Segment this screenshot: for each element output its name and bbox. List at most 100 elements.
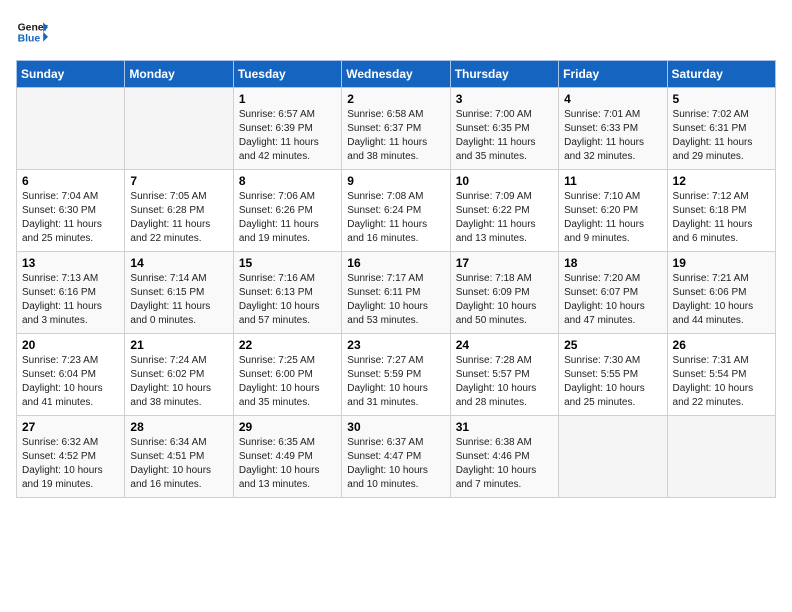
weekday-header-tuesday: Tuesday bbox=[233, 61, 341, 88]
weekday-header-friday: Friday bbox=[559, 61, 667, 88]
day-number: 29 bbox=[239, 420, 336, 434]
day-info: Sunrise: 6:32 AM Sunset: 4:52 PM Dayligh… bbox=[22, 436, 119, 492]
day-info: Sunrise: 7:30 AM Sunset: 5:55 PM Dayligh… bbox=[564, 354, 661, 410]
calendar-cell: 15Sunrise: 7:16 AM Sunset: 6:13 PM Dayli… bbox=[233, 252, 341, 334]
day-info: Sunrise: 7:28 AM Sunset: 5:57 PM Dayligh… bbox=[456, 354, 553, 410]
day-number: 16 bbox=[347, 256, 444, 270]
calendar-body: 1 Sunrise: 6:57 AM Sunset: 6:39 PM Daylig… bbox=[17, 88, 776, 498]
weekday-header-row: SundayMondayTuesdayWednesdayThursdayFrid… bbox=[17, 61, 776, 88]
day-info: Sunrise: 7:02 AM Sunset: 6:31 PM Dayligh… bbox=[673, 108, 770, 164]
day-info: Sunrise: 7:10 AM Sunset: 6:20 PM Dayligh… bbox=[564, 190, 661, 246]
calendar-cell: 30 Sunrise: 6:37 AM Sunset: 4:47 PM Dayli… bbox=[342, 416, 450, 498]
day-number: 3 bbox=[456, 92, 553, 106]
day-number: 10 bbox=[456, 174, 553, 188]
week-row-1: 1 Sunrise: 6:57 AM Sunset: 6:39 PM Daylig… bbox=[17, 88, 776, 170]
day-info: Sunrise: 7:31 AM Sunset: 5:54 PM Dayligh… bbox=[673, 354, 770, 410]
day-info: Sunrise: 7:21 AM Sunset: 6:06 PM Dayligh… bbox=[673, 272, 770, 328]
day-info: Sunrise: 7:17 AM Sunset: 6:11 PM Dayligh… bbox=[347, 272, 444, 328]
weekday-header-wednesday: Wednesday bbox=[342, 61, 450, 88]
calendar-cell: 12 Sunrise: 7:12 AM Sunset: 6:18 PM Dayli… bbox=[667, 170, 775, 252]
calendar-cell: 25 Sunrise: 7:30 AM Sunset: 5:55 PM Dayli… bbox=[559, 334, 667, 416]
day-number: 8 bbox=[239, 174, 336, 188]
day-info: Sunrise: 7:24 AM Sunset: 6:02 PM Dayligh… bbox=[130, 354, 227, 410]
calendar-cell: 28 Sunrise: 6:34 AM Sunset: 4:51 PM Dayli… bbox=[125, 416, 233, 498]
day-info: Sunrise: 6:38 AM Sunset: 4:46 PM Dayligh… bbox=[456, 436, 553, 492]
day-number: 6 bbox=[22, 174, 119, 188]
calendar-cell: 2 Sunrise: 6:58 AM Sunset: 6:37 PM Daylig… bbox=[342, 88, 450, 170]
day-info: Sunrise: 7:20 AM Sunset: 6:07 PM Dayligh… bbox=[564, 272, 661, 328]
calendar-cell: 26 Sunrise: 7:31 AM Sunset: 5:54 PM Dayli… bbox=[667, 334, 775, 416]
day-number: 25 bbox=[564, 338, 661, 352]
calendar-cell: 9 Sunrise: 7:08 AM Sunset: 6:24 PM Daylig… bbox=[342, 170, 450, 252]
day-number: 1 bbox=[239, 92, 336, 106]
calendar-cell: 18 Sunrise: 7:20 AM Sunset: 6:07 PM Dayli… bbox=[559, 252, 667, 334]
logo-icon: General Blue bbox=[16, 16, 48, 48]
weekday-header-saturday: Saturday bbox=[667, 61, 775, 88]
day-info: Sunrise: 7:04 AM Sunset: 6:30 PM Dayligh… bbox=[22, 190, 119, 246]
day-info: Sunrise: 7:09 AM Sunset: 6:22 PM Dayligh… bbox=[456, 190, 553, 246]
day-info: Sunrise: 7:18 AM Sunset: 6:09 PM Dayligh… bbox=[456, 272, 553, 328]
weekday-header-thursday: Thursday bbox=[450, 61, 558, 88]
calendar-cell: 29Sunrise: 6:35 AM Sunset: 4:49 PM Dayli… bbox=[233, 416, 341, 498]
day-info: Sunrise: 7:06 AM Sunset: 6:26 PM Dayligh… bbox=[239, 190, 336, 246]
day-info: Sunrise: 6:34 AM Sunset: 4:51 PM Dayligh… bbox=[130, 436, 227, 492]
day-number: 7 bbox=[130, 174, 227, 188]
calendar-cell: 5Sunrise: 7:02 AM Sunset: 6:31 PM Daylig… bbox=[667, 88, 775, 170]
day-number: 14 bbox=[130, 256, 227, 270]
calendar-cell: 23 Sunrise: 7:27 AM Sunset: 5:59 PM Dayli… bbox=[342, 334, 450, 416]
day-number: 23 bbox=[347, 338, 444, 352]
day-number: 30 bbox=[347, 420, 444, 434]
day-number: 12 bbox=[673, 174, 770, 188]
day-number: 19 bbox=[673, 256, 770, 270]
calendar-cell: 7 Sunrise: 7:05 AM Sunset: 6:28 PM Daylig… bbox=[125, 170, 233, 252]
calendar-cell bbox=[125, 88, 233, 170]
day-info: Sunrise: 7:01 AM Sunset: 6:33 PM Dayligh… bbox=[564, 108, 661, 164]
calendar-table: SundayMondayTuesdayWednesdayThursdayFrid… bbox=[16, 60, 776, 498]
day-number: 31 bbox=[456, 420, 553, 434]
calendar-cell: 27 Sunrise: 6:32 AM Sunset: 4:52 PM Dayli… bbox=[17, 416, 125, 498]
day-number: 28 bbox=[130, 420, 227, 434]
day-info: Sunrise: 6:58 AM Sunset: 6:37 PM Dayligh… bbox=[347, 108, 444, 164]
day-number: 26 bbox=[673, 338, 770, 352]
logo: General Blue bbox=[16, 16, 52, 48]
day-number: 9 bbox=[347, 174, 444, 188]
day-number: 18 bbox=[564, 256, 661, 270]
svg-text:Blue: Blue bbox=[18, 34, 41, 45]
day-number: 11 bbox=[564, 174, 661, 188]
calendar-cell: 19 Sunrise: 7:21 AM Sunset: 6:06 PM Dayli… bbox=[667, 252, 775, 334]
day-info: Sunrise: 7:05 AM Sunset: 6:28 PM Dayligh… bbox=[130, 190, 227, 246]
day-info: Sunrise: 7:27 AM Sunset: 5:59 PM Dayligh… bbox=[347, 354, 444, 410]
day-info: Sunrise: 6:37 AM Sunset: 4:47 PM Dayligh… bbox=[347, 436, 444, 492]
calendar-cell: 20 Sunrise: 7:23 AM Sunset: 6:04 PM Dayli… bbox=[17, 334, 125, 416]
calendar-cell: 13Sunrise: 7:13 AM Sunset: 6:16 PM Dayli… bbox=[17, 252, 125, 334]
calendar-cell bbox=[667, 416, 775, 498]
calendar-cell: 3 Sunrise: 7:00 AM Sunset: 6:35 PM Daylig… bbox=[450, 88, 558, 170]
day-info: Sunrise: 7:00 AM Sunset: 6:35 PM Dayligh… bbox=[456, 108, 553, 164]
day-info: Sunrise: 7:25 AM Sunset: 6:00 PM Dayligh… bbox=[239, 354, 336, 410]
week-row-4: 20 Sunrise: 7:23 AM Sunset: 6:04 PM Dayli… bbox=[17, 334, 776, 416]
calendar-cell: 31 Sunrise: 6:38 AM Sunset: 4:46 PM Dayli… bbox=[450, 416, 558, 498]
day-number: 22 bbox=[239, 338, 336, 352]
day-number: 17 bbox=[456, 256, 553, 270]
day-info: Sunrise: 7:14 AM Sunset: 6:15 PM Dayligh… bbox=[130, 272, 227, 328]
day-info: Sunrise: 7:08 AM Sunset: 6:24 PM Dayligh… bbox=[347, 190, 444, 246]
day-info: Sunrise: 7:23 AM Sunset: 6:04 PM Dayligh… bbox=[22, 354, 119, 410]
calendar-cell: 11 Sunrise: 7:10 AM Sunset: 6:20 PM Dayli… bbox=[559, 170, 667, 252]
calendar-cell: 1 Sunrise: 6:57 AM Sunset: 6:39 PM Daylig… bbox=[233, 88, 341, 170]
day-info: Sunrise: 7:12 AM Sunset: 6:18 PM Dayligh… bbox=[673, 190, 770, 246]
calendar-cell: 14 Sunrise: 7:14 AM Sunset: 6:15 PM Dayli… bbox=[125, 252, 233, 334]
week-row-2: 6 Sunrise: 7:04 AM Sunset: 6:30 PM Daylig… bbox=[17, 170, 776, 252]
calendar-cell bbox=[17, 88, 125, 170]
calendar-cell: 16 Sunrise: 7:17 AM Sunset: 6:11 PM Dayli… bbox=[342, 252, 450, 334]
day-number: 2 bbox=[347, 92, 444, 106]
day-number: 4 bbox=[564, 92, 661, 106]
day-number: 27 bbox=[22, 420, 119, 434]
day-info: Sunrise: 6:57 AM Sunset: 6:39 PM Dayligh… bbox=[239, 108, 336, 164]
calendar-cell: 4 Sunrise: 7:01 AM Sunset: 6:33 PM Daylig… bbox=[559, 88, 667, 170]
calendar-cell bbox=[559, 416, 667, 498]
day-number: 24 bbox=[456, 338, 553, 352]
day-number: 20 bbox=[22, 338, 119, 352]
calendar-cell: 21Sunrise: 7:24 AM Sunset: 6:02 PM Dayli… bbox=[125, 334, 233, 416]
calendar-cell: 6 Sunrise: 7:04 AM Sunset: 6:30 PM Daylig… bbox=[17, 170, 125, 252]
week-row-5: 27 Sunrise: 6:32 AM Sunset: 4:52 PM Dayli… bbox=[17, 416, 776, 498]
